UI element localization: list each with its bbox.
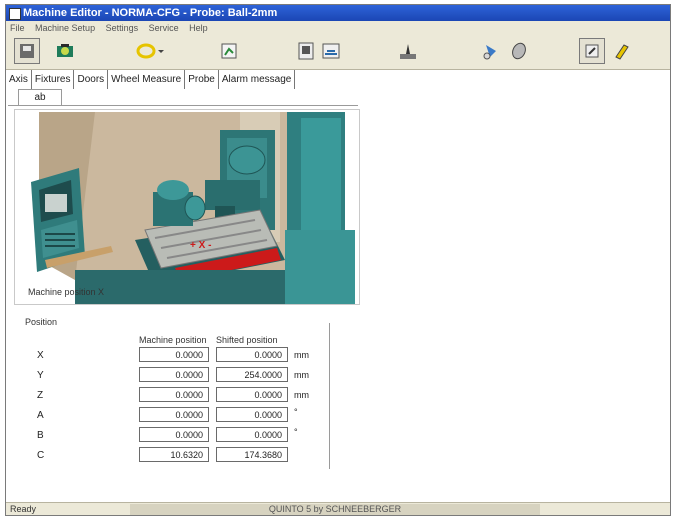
report-button[interactable] bbox=[293, 38, 319, 64]
window-title: Machine Editor - NORMA-CFG - Probe: Ball… bbox=[23, 7, 278, 19]
unit-b: ° bbox=[294, 427, 298, 437]
tab-alarm-message[interactable]: Alarm message bbox=[219, 70, 296, 89]
unit-z: mm bbox=[294, 390, 309, 400]
machine-icon bbox=[57, 44, 73, 57]
machine-position-c-field[interactable]: 10.6320 bbox=[139, 447, 209, 462]
picture-caption: Machine position X bbox=[28, 287, 105, 297]
machine-illustration: + X - bbox=[31, 112, 355, 304]
wheel-icon bbox=[512, 42, 526, 60]
chart-icon bbox=[322, 43, 340, 59]
measure-button[interactable] bbox=[216, 38, 242, 64]
tab-wheel-measure[interactable]: Wheel Measure bbox=[108, 70, 186, 89]
axis-label-b: B bbox=[37, 430, 44, 441]
tab-strip: Axis Fixtures Doors Wheel Measure Probe Alarm… bbox=[6, 70, 670, 89]
chart-button[interactable] bbox=[318, 38, 344, 64]
shifted-position-header: Shifted position bbox=[216, 335, 278, 345]
machine-picture-panel: + X - bbox=[14, 109, 360, 305]
wizard-icon bbox=[615, 44, 629, 60]
probe-tool-button[interactable] bbox=[478, 38, 504, 64]
unit-x: mm bbox=[294, 350, 309, 360]
settings-icon bbox=[585, 44, 599, 58]
tab-fixtures[interactable]: Fixtures bbox=[32, 70, 75, 89]
unit-a: ° bbox=[294, 407, 298, 417]
axis-label-a: A bbox=[37, 410, 44, 421]
shifted-position-y-field[interactable]: 254.0000 bbox=[216, 367, 288, 382]
tab-axis[interactable]: Axis bbox=[6, 70, 32, 89]
menu-file[interactable]: File bbox=[6, 21, 29, 35]
panel-separator bbox=[329, 323, 330, 469]
axis-label-z: Z bbox=[37, 390, 44, 401]
tab-probe[interactable]: Probe bbox=[185, 70, 219, 89]
shifted-position-x-field[interactable]: 0.0000 bbox=[216, 347, 288, 362]
toolbar bbox=[6, 35, 670, 70]
machine-position-a-field[interactable]: 0.0000 bbox=[139, 407, 209, 422]
machine-position-x-field[interactable]: 0.0000 bbox=[139, 347, 209, 362]
brand-label: QUINTO 5 by SCHNEEBERGER bbox=[130, 504, 540, 515]
calibrate-icon bbox=[400, 44, 416, 59]
menu-service[interactable]: Service bbox=[145, 21, 183, 35]
tab-doors[interactable]: Doors bbox=[74, 70, 109, 89]
wizard-button[interactable] bbox=[609, 38, 635, 64]
status-bar: Ready QUINTO 5 by SCHNEEBERGER bbox=[6, 502, 670, 515]
menu-help[interactable]: Help bbox=[185, 21, 212, 35]
axis-label-x: X bbox=[37, 350, 44, 361]
menu-bar: File Machine Setup Settings Service Help bbox=[6, 21, 670, 35]
shifted-position-z-field[interactable]: 0.0000 bbox=[216, 387, 288, 402]
shifted-position-b-field[interactable]: 0.0000 bbox=[216, 427, 288, 442]
shifted-position-a-field[interactable]: 0.0000 bbox=[216, 407, 288, 422]
probe-icon bbox=[136, 43, 164, 59]
probe-tool-icon bbox=[483, 45, 496, 60]
unit-y: mm bbox=[294, 370, 309, 380]
svg-text:+ X -: + X - bbox=[190, 240, 211, 251]
menu-machine-setup[interactable]: Machine Setup bbox=[31, 21, 99, 35]
report-icon bbox=[298, 42, 314, 60]
machine-editor-window: Machine Editor - NORMA-CFG - Probe: Ball… bbox=[5, 4, 671, 516]
app-icon bbox=[9, 8, 21, 20]
settings-button[interactable] bbox=[579, 38, 605, 64]
save-icon bbox=[20, 44, 34, 58]
subtab-ab[interactable]: ab bbox=[18, 89, 62, 106]
tab-divider bbox=[8, 105, 358, 106]
axis-label-y: Y bbox=[37, 370, 44, 381]
save-button[interactable] bbox=[14, 38, 40, 64]
machine-button[interactable] bbox=[52, 38, 78, 64]
machine-position-z-field[interactable]: 0.0000 bbox=[139, 387, 209, 402]
machine-position-header: Machine position bbox=[139, 335, 207, 345]
wheel-button[interactable] bbox=[506, 38, 532, 64]
position-section-title: Position bbox=[25, 317, 58, 327]
machine-position-y-field[interactable]: 0.0000 bbox=[139, 367, 209, 382]
title-bar: Machine Editor - NORMA-CFG - Probe: Ball… bbox=[6, 5, 670, 21]
menu-settings[interactable]: Settings bbox=[102, 21, 143, 35]
shifted-position-c-field[interactable]: 174.3680 bbox=[216, 447, 288, 462]
probe-dropdown-button[interactable] bbox=[134, 38, 168, 64]
axis-label-c: C bbox=[37, 450, 45, 461]
calibrate-button[interactable] bbox=[395, 38, 421, 64]
status-text: Ready bbox=[10, 504, 37, 514]
measure-icon bbox=[221, 43, 237, 59]
machine-position-b-field[interactable]: 0.0000 bbox=[139, 427, 209, 442]
